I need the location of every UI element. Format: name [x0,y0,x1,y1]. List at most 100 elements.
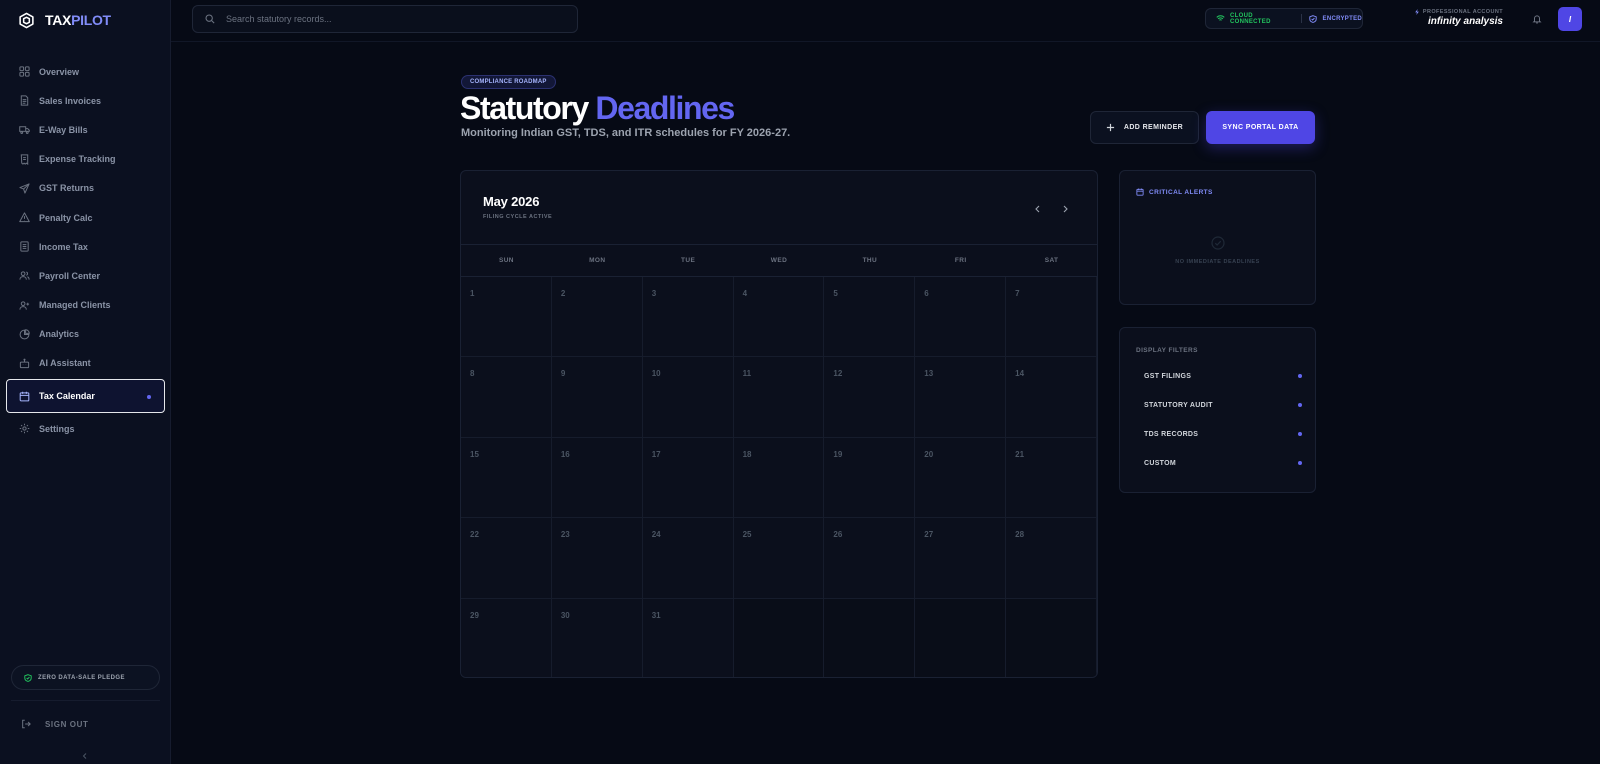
sync-portal-button[interactable]: SYNC PORTAL DATA [1206,111,1315,144]
add-reminder-button[interactable]: ADD REMINDER [1090,111,1199,144]
calendar-day[interactable]: 10 [642,357,734,438]
sidebar-item-tax-calendar[interactable]: Tax Calendar [6,379,165,414]
calendar-day[interactable]: 19 [824,437,916,519]
calendar-day[interactable]: 27 [915,518,1007,599]
calendar-empty-cell [733,598,825,677]
sidebar-item-label: E-Way Bills [39,124,88,135]
app-logo[interactable]: TAXPILOT [18,10,111,30]
calendar-day[interactable]: 5 [824,277,916,358]
truck-icon [19,124,30,135]
sidebar-item-gst-returns[interactable]: GST Returns [6,174,165,203]
calendar-empty-cell [824,598,916,677]
calendar-day[interactable]: 6 [915,277,1007,358]
calendar-day[interactable]: 30 [551,598,643,677]
filter-tds-records[interactable]: TDS RECORDS [1144,428,1302,440]
alerts-title-label: CRITICAL ALERTS [1149,188,1213,196]
encryption-status-label: ENCRYPTED [1322,15,1362,22]
app-name: TAXPILOT [45,12,111,28]
calendar-day[interactable]: 9 [551,357,643,438]
sidebar-item-label: Managed Clients [39,300,111,311]
calendar-day[interactable]: 24 [642,518,734,599]
calendar-day[interactable]: 29 [461,598,552,677]
sparkle-icon [1414,9,1420,15]
filter-label: CUSTOM [1144,459,1177,467]
calendar-day[interactable]: 18 [733,437,825,519]
calendar-day[interactable]: 15 [461,437,552,519]
logout-icon [21,719,31,729]
sidebar-item-overview[interactable]: Overview [6,57,165,86]
calendar-day[interactable]: 13 [915,357,1007,438]
calendar-day[interactable]: 8 [461,357,552,438]
filter-label: GST FILINGS [1144,372,1192,380]
weekday-label: WED [770,257,788,264]
sidebar-nav: Overview Sales Invoices E-Way Bills Expe… [6,57,165,443]
send-icon [19,183,30,194]
calendar-day[interactable]: 14 [1006,357,1097,438]
sidebar-item-managed-clients[interactable]: Managed Clients [6,291,165,320]
sidebar-item-payroll-center[interactable]: Payroll Center [6,261,165,290]
sidebar-item-income-tax[interactable]: Income Tax [6,232,165,261]
filter-custom[interactable]: CUSTOM [1144,457,1302,469]
calendar-day[interactable]: 31 [642,598,734,677]
calendar-day[interactable]: 11 [733,357,825,438]
calendar-empty-cell [915,598,1007,677]
sidebar-item-settings[interactable]: Settings [6,414,165,443]
calendar-day[interactable]: 3 [642,277,734,358]
calendar-day[interactable]: 12 [824,357,916,438]
weekday-label: FRI [954,257,967,264]
sign-out-button[interactable]: SIGN OUT [21,719,88,729]
sidebar-item-ai-assistant[interactable]: AI Assistant [6,349,165,378]
calendar-day[interactable]: 25 [733,518,825,599]
sidebar-item-label: AI Assistant [39,358,91,369]
logo-icon [18,12,35,29]
chevron-left-icon[interactable] [1034,205,1042,213]
receipt-icon [19,154,30,165]
calendar-day[interactable]: 28 [1006,518,1097,599]
file-icon [19,241,30,252]
sidebar-item-e-way-bills[interactable]: E-Way Bills [6,115,165,144]
critical-alerts-panel: CRITICAL ALERTS NO IMMEDIATE DEADLINES [1119,170,1316,305]
calendar-header: May 2026 FILING CYCLE ACTIVE [461,171,1097,245]
page-subtitle: Monitoring Indian GST, TDS, and ITR sche… [461,127,791,139]
pie-icon [19,329,30,340]
data-pledge-badge: ZERO DATA-SALE PLEDGE [11,665,160,690]
filter-indicator [1298,461,1302,465]
calendar-day[interactable]: 17 [642,437,734,519]
wifi-icon [1216,14,1225,23]
status-divider [1300,14,1302,23]
calendar-day[interactable]: 7 [1006,277,1097,358]
account-info[interactable]: PROFESSIONAL ACCOUNT infinity analysis [1408,9,1503,27]
calendar-day[interactable]: 16 [551,437,643,519]
filter-gst-filings[interactable]: GST FILINGS [1144,370,1302,382]
calendar-day[interactable]: 26 [824,518,916,599]
display-filters-panel: DISPLAY FILTERS GST FILINGS STATUTORY AU… [1119,327,1316,493]
sidebar-item-analytics[interactable]: Analytics [6,320,165,349]
bot-icon [19,358,30,369]
page-title: Statutory Deadlines [460,90,735,126]
filter-statutory-audit[interactable]: STATUTORY AUDIT [1144,399,1302,411]
connection-status: CLOUD CONNECTED ENCRYPTED [1205,8,1363,29]
calendar-day[interactable]: 2 [551,277,643,358]
calendar-day[interactable]: 23 [551,518,643,599]
calendar-day[interactable]: 22 [461,518,552,599]
chevron-right-icon[interactable] [1061,205,1069,213]
calendar-day[interactable]: 20 [915,437,1007,519]
account-name: infinity analysis [1427,16,1503,27]
calendar-day[interactable]: 4 [733,277,825,358]
bell-icon[interactable] [1532,14,1542,24]
search-bar[interactable] [192,5,578,33]
weekday-label: THU [862,257,878,264]
active-indicator [147,395,151,400]
sidebar-item-expense-tracking[interactable]: Expense Tracking [6,145,165,174]
calendar-day[interactable]: 21 [1006,437,1097,519]
sidebar-divider [11,700,160,701]
weekday-label: SAT [1044,257,1059,264]
sidebar-item-sales-invoices[interactable]: Sales Invoices [6,86,165,115]
search-input[interactable] [226,14,546,24]
shield-icon [1308,14,1317,23]
collapse-chevron-icon[interactable] [82,753,88,759]
calendar-day[interactable]: 1 [461,277,552,358]
warning-icon [19,212,30,223]
avatar[interactable]: I [1558,7,1582,31]
sidebar-item-penalty-calc[interactable]: Penalty Calc [6,203,165,232]
